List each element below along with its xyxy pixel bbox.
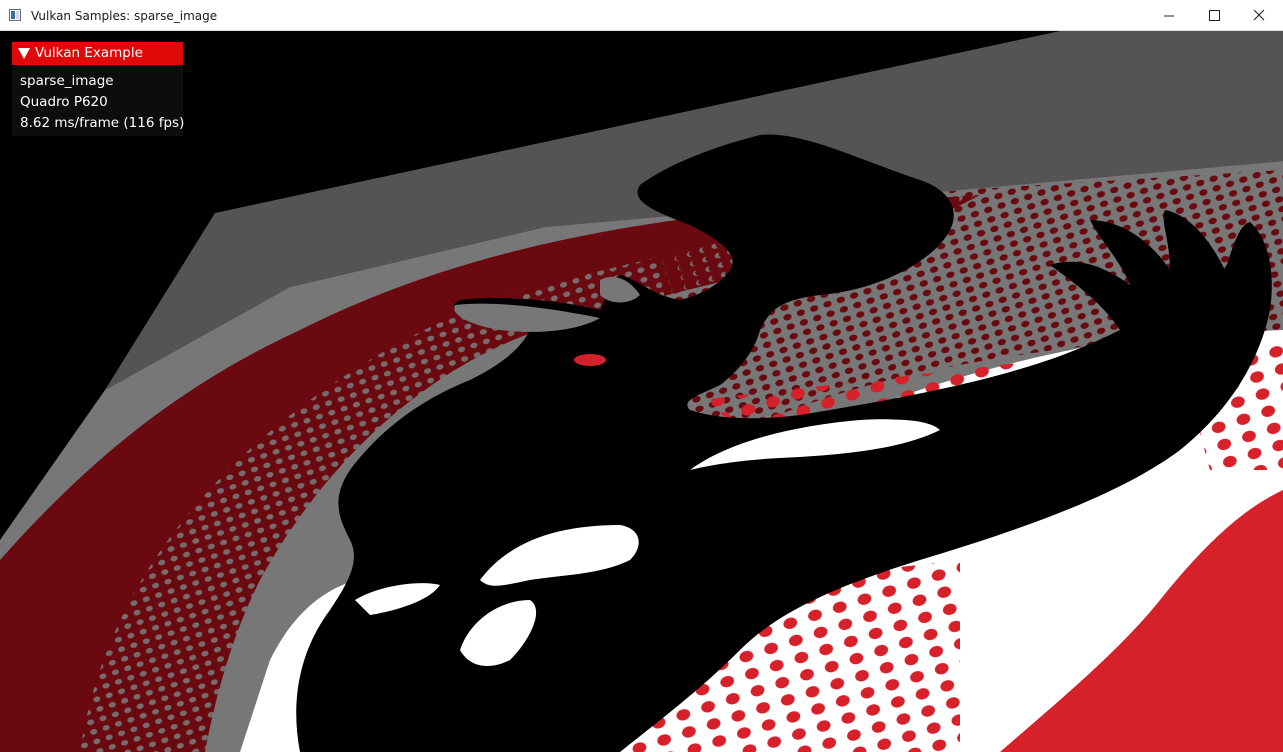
triangle-down-icon[interactable] xyxy=(18,48,30,59)
window-title: Vulkan Samples: sparse_image xyxy=(31,9,218,23)
render-viewport[interactable]: Vulkan Example sparse_image Quadro P620 … xyxy=(0,31,1283,752)
overlay-header[interactable]: Vulkan Example xyxy=(12,42,183,65)
title-bar[interactable]: Vulkan Samples: sparse_image xyxy=(0,0,1283,31)
frame-time: 8.62 ms/frame (116 fps) xyxy=(20,115,185,131)
minimize-icon xyxy=(1164,15,1174,17)
minimize-button[interactable] xyxy=(1146,0,1192,31)
info-overlay[interactable]: Vulkan Example sparse_image Quadro P620 … xyxy=(12,42,185,136)
app-icon xyxy=(9,9,21,21)
sparse-texture-scene xyxy=(0,31,1283,752)
sample-name: sparse_image xyxy=(20,73,114,89)
gpu-name: Quadro P620 xyxy=(20,94,108,110)
app-window: Vulkan Samples: sparse_image Vulkan Exam… xyxy=(0,0,1283,752)
maximize-button[interactable] xyxy=(1192,0,1238,31)
close-button[interactable] xyxy=(1237,0,1283,31)
maximize-icon xyxy=(1209,10,1220,21)
close-icon xyxy=(1253,9,1265,21)
overlay-title: Vulkan Example xyxy=(35,45,143,61)
creature-eye xyxy=(574,354,606,366)
